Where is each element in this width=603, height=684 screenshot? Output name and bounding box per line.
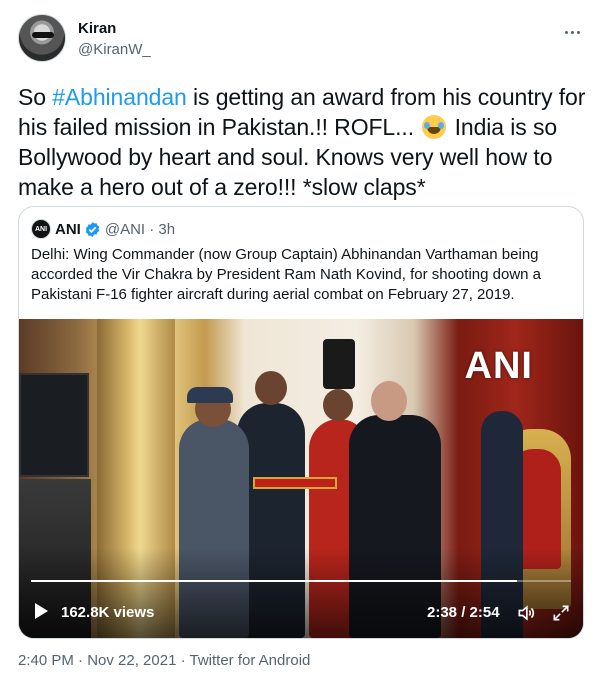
author-handle[interactable]: @KiranW_: [78, 41, 151, 58]
play-icon[interactable]: [35, 603, 48, 619]
more-options-button[interactable]: [560, 22, 584, 42]
video-watermark: ANI: [464, 345, 533, 387]
author-avatar[interactable]: [18, 14, 66, 62]
tweet-metadata[interactable]: 2:40 PM · Nov 22, 2021 · Twitter for And…: [18, 652, 310, 669]
quoted-tweet-header: ANI ANI @ANI · 3h: [31, 219, 175, 239]
dot-icon: [564, 30, 568, 34]
quoted-handle-time: @ANI · 3h: [104, 220, 176, 238]
tweet-text: So #Abhinandan is getting an award from …: [18, 82, 588, 202]
hashtag-link[interactable]: #Abhinandan: [52, 84, 187, 110]
video-progress-bar[interactable]: [31, 580, 571, 582]
quoted-author-avatar[interactable]: ANI: [31, 219, 51, 239]
author-name[interactable]: Kiran: [78, 20, 116, 37]
quoted-tweet-text: Delhi: Wing Commander (now Group Captain…: [31, 246, 541, 303]
dot-icon: [570, 30, 574, 34]
verified-badge-icon: [85, 221, 100, 237]
quoted-tweet[interactable]: ANI ANI @ANI · 3h Delhi: Wing Commander …: [18, 206, 584, 639]
quoted-author-name[interactable]: ANI: [55, 221, 81, 238]
video-progress-fill: [31, 580, 517, 582]
view-count: 162.8K views: [61, 604, 155, 621]
fullscreen-icon[interactable]: [551, 603, 571, 623]
dot-icon: [576, 30, 580, 34]
video-player[interactable]: ANI 162.8K views 2:38 / 2:54: [19, 319, 583, 638]
tweet-text-part: So: [18, 84, 53, 110]
volume-icon[interactable]: [515, 603, 537, 623]
rolling-on-floor-laughing-emoji-icon: [422, 115, 447, 139]
tweet-header: Kiran @KiranW_: [18, 14, 588, 66]
video-controls: 162.8K views 2:38 / 2:54: [19, 599, 583, 627]
video-time: 2:38 / 2:54: [427, 604, 500, 621]
